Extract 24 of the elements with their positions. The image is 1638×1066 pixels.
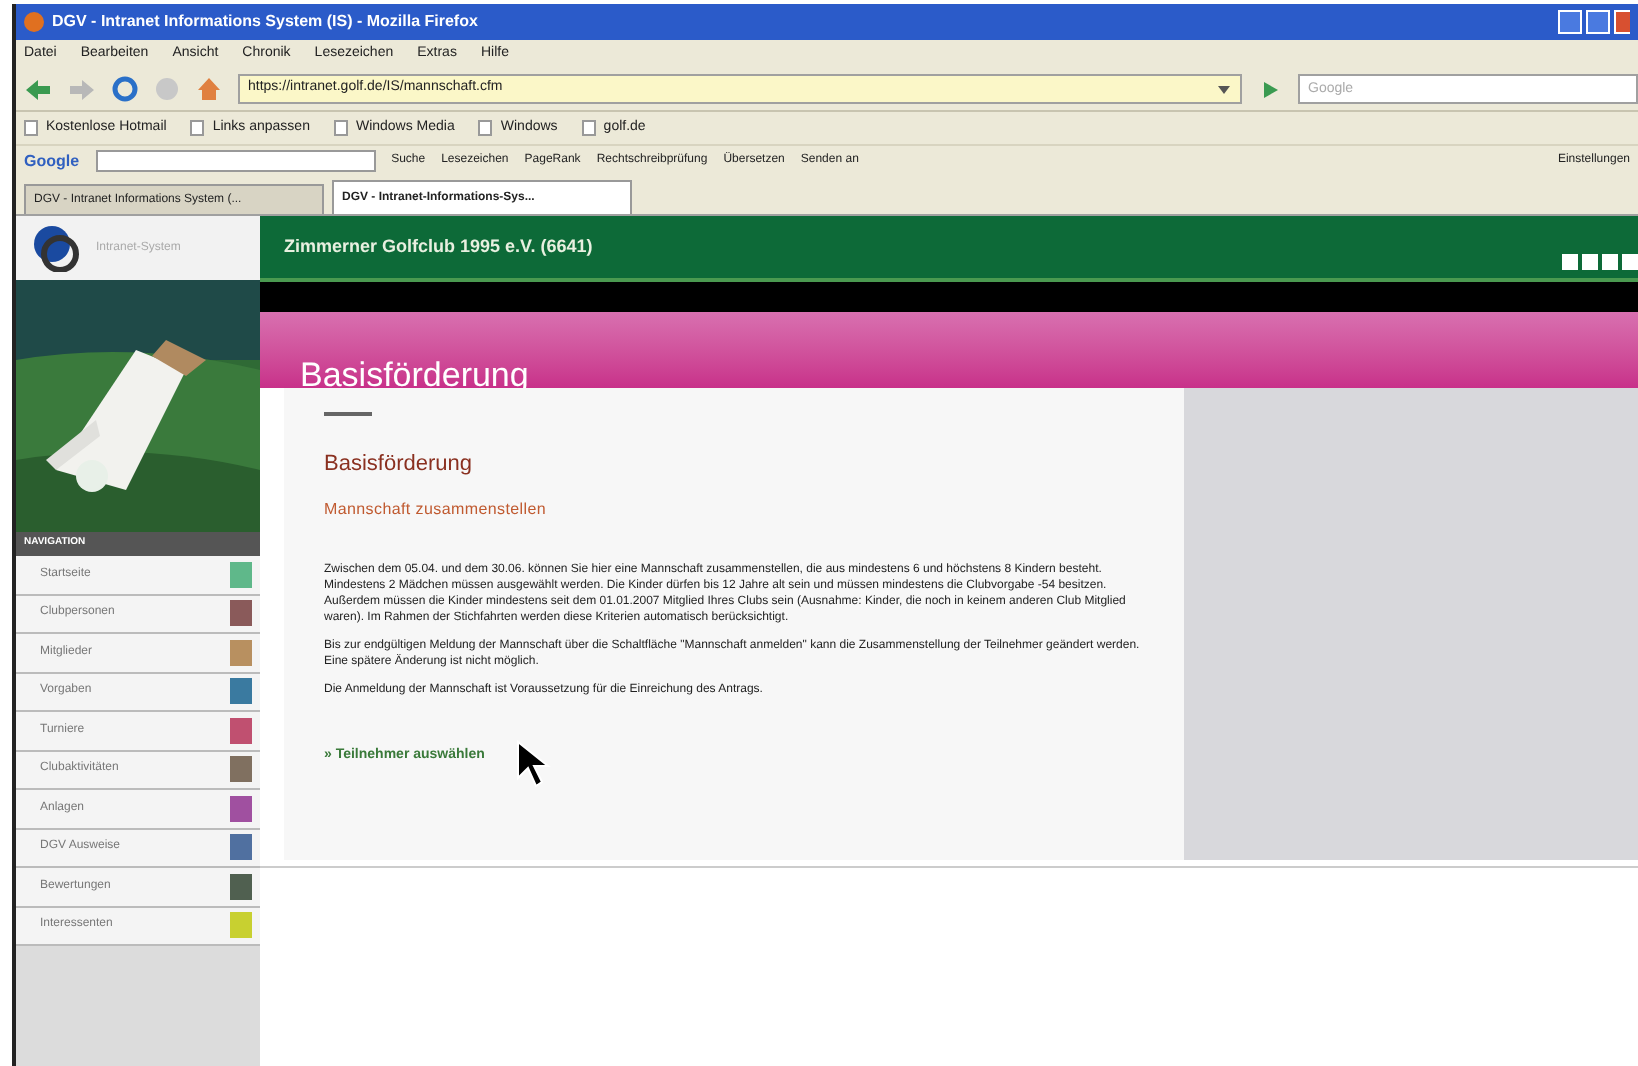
rule (324, 412, 372, 416)
google-logo: Google (24, 149, 80, 173)
header-bar: Zimmerner Golfclub 1995 e.V. (6641) (260, 216, 1638, 282)
minimize-button[interactable] (1558, 10, 1582, 34)
maximize-button[interactable] (1586, 10, 1610, 34)
dropdown-icon[interactable] (1216, 81, 1232, 97)
page-icon (333, 120, 348, 136)
back-icon[interactable] (24, 77, 52, 101)
window-title: DGV - Intranet Informations System (IS) - Mozilla Firefox (52, 10, 478, 34)
go-icon[interactable] (1258, 77, 1282, 101)
globe-icon (32, 224, 80, 272)
content-subheading: Mannschaft zusammenstellen (324, 497, 549, 521)
firefox-icon (24, 12, 44, 32)
google-search-field[interactable] (95, 150, 376, 172)
cursor-icon (516, 740, 552, 788)
close-button[interactable] (1614, 10, 1630, 34)
page-icon (478, 120, 493, 136)
page-icon (581, 120, 596, 136)
page-icon (190, 120, 205, 136)
home-icon[interactable] (196, 76, 222, 102)
title-banner: Basisförderung (260, 312, 1638, 388)
reload-icon[interactable] (112, 76, 138, 102)
content-heading: Basisförderung (324, 450, 474, 480)
page-icon (24, 120, 38, 136)
